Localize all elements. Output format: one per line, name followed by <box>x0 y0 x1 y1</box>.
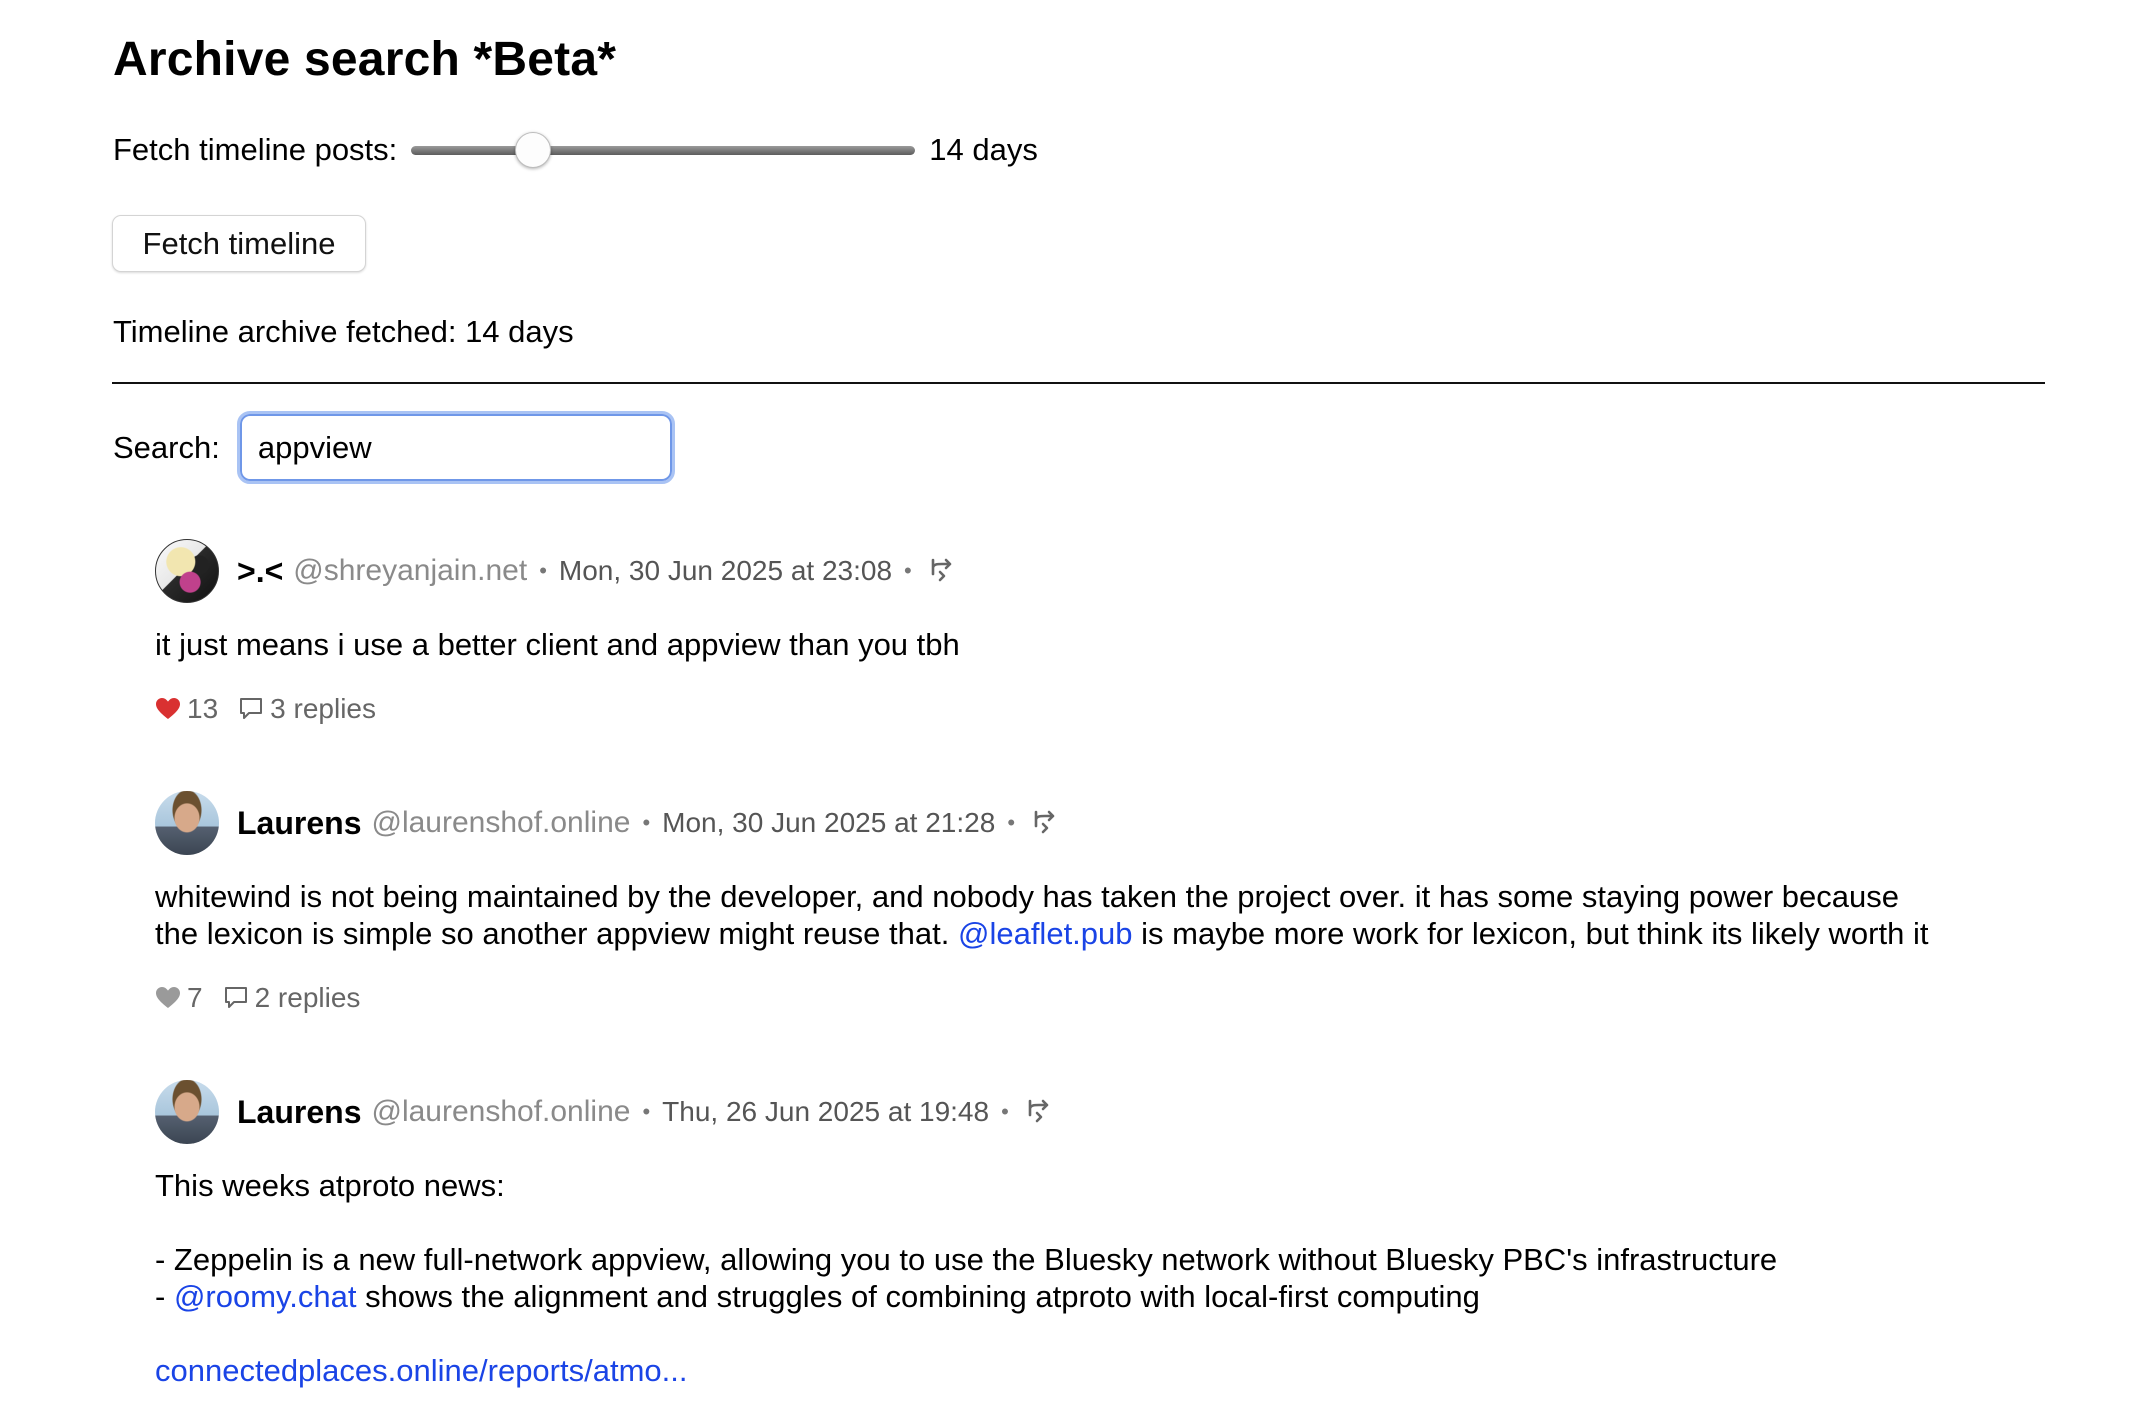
post-stats: 7 2 replies <box>155 982 2055 1014</box>
post-timestamp[interactable]: Thu, 26 Jun 2025 at 19:48 <box>662 1096 989 1128</box>
post-body-blank-line: ​ <box>155 1204 2055 1241</box>
post-timestamp[interactable]: Mon, 30 Jun 2025 at 23:08 <box>559 555 892 587</box>
reply-count-value: 3 replies <box>270 693 376 724</box>
separator-dot: • <box>904 558 912 583</box>
post-item: Laurens @laurenshof.online • Mon, 30 Jun… <box>155 790 2055 1014</box>
reply-count[interactable]: 2 replies <box>223 982 361 1014</box>
post-body-text: - <box>155 1279 174 1314</box>
like-count[interactable]: 13 <box>155 693 218 725</box>
post-body: it just means i use a better client and … <box>155 627 960 662</box>
fetch-range-row: Fetch timeline posts: 14 days <box>113 128 1038 172</box>
fetch-timeline-button[interactable]: Fetch timeline <box>112 215 366 272</box>
separator-dot: • <box>642 1099 651 1124</box>
post-body-blank-line: ​ <box>155 1315 2055 1352</box>
author-display-name[interactable]: Laurens <box>237 1094 361 1131</box>
separator-dot: • <box>1007 810 1016 835</box>
avatar[interactable] <box>155 1080 219 1144</box>
post-item: >.< @shreyanjain.net • Mon, 30 Jun 2025 … <box>155 538 2055 725</box>
reply-count[interactable]: 3 replies <box>238 693 376 725</box>
post-header: >.< @shreyanjain.net • Mon, 30 Jun 2025 … <box>155 538 2055 604</box>
author-handle[interactable]: @laurenshof.online <box>371 1095 630 1129</box>
separator-dot: • <box>642 810 651 835</box>
avatar[interactable] <box>155 791 219 855</box>
author-display-name[interactable]: Laurens <box>237 805 361 842</box>
search-label: Search: <box>113 429 220 465</box>
like-count[interactable]: 7 <box>155 982 203 1014</box>
post-item: Laurens @laurenshof.online • Thu, 26 Jun… <box>155 1079 2055 1389</box>
author-handle[interactable]: @laurenshof.online <box>371 806 630 840</box>
like-count-value: 13 <box>187 693 219 724</box>
author-handle[interactable]: @shreyanjain.net <box>293 554 527 588</box>
slider-track[interactable] <box>411 146 916 155</box>
fetch-range-label: Fetch timeline posts: <box>113 132 398 167</box>
post-body-line: the lexicon is simple so another appview… <box>155 915 2055 952</box>
post-header: Laurens @laurenshof.online • Thu, 26 Jun… <box>155 1079 2055 1145</box>
post-body-text: the lexicon is simple so another appview… <box>155 916 958 951</box>
reply-icon[interactable] <box>1023 1097 1053 1127</box>
avatar[interactable] <box>155 539 219 603</box>
author-display-name[interactable]: >.< <box>237 553 283 590</box>
post-body: This weeks atproto news:​- Zeppelin is a… <box>155 1167 2055 1389</box>
comment-icon <box>224 987 247 1008</box>
post-body-text: is maybe more work for lexicon, but thin… <box>1132 916 1929 951</box>
post-body-line: - @roomy.chat shows the alignment and st… <box>155 1278 2055 1315</box>
search-input[interactable] <box>236 411 675 484</box>
like-count-value: 7 <box>187 982 203 1013</box>
post-body-line: This weeks atproto news: <box>155 1168 505 1203</box>
post-header: Laurens @laurenshof.online • Mon, 30 Jun… <box>155 790 2055 856</box>
archive-search-page: Archive search *Beta* Fetch timeline pos… <box>0 0 2154 1412</box>
page-title: Archive search *Beta* <box>113 33 617 86</box>
reply-icon[interactable] <box>1029 808 1059 838</box>
search-row: Search: <box>113 411 675 484</box>
comment-icon <box>240 698 263 719</box>
archive-status-text: Timeline archive fetched: 14 days <box>113 314 574 349</box>
post-body: whitewind is not being maintained by the… <box>155 878 2055 952</box>
post-body-line: whitewind is not being maintained by the… <box>155 879 1899 914</box>
mention-link[interactable]: @roomy.chat <box>174 1279 357 1314</box>
heart-icon <box>156 698 180 719</box>
reply-count-value: 2 replies <box>254 982 361 1013</box>
separator-dot: • <box>1001 1099 1009 1124</box>
reply-icon[interactable] <box>926 556 956 586</box>
post-body-text: shows the alignment and struggles of com… <box>356 1279 1480 1314</box>
heart-icon <box>156 987 180 1008</box>
mention-link[interactable]: @leaflet.pub <box>958 916 1133 951</box>
section-divider <box>112 382 2045 384</box>
fetch-days-value: 14 days <box>929 132 1038 167</box>
post-body-line: - Zeppelin is a new full-network appview… <box>155 1242 1778 1277</box>
fetch-days-slider[interactable] <box>411 132 916 168</box>
separator-dot: • <box>539 558 547 583</box>
external-link[interactable]: connectedplaces.online/reports/atmo... <box>155 1352 2055 1389</box>
post-timestamp[interactable]: Mon, 30 Jun 2025 at 21:28 <box>662 807 995 839</box>
post-stats: 13 3 replies <box>155 693 2055 725</box>
slider-thumb[interactable] <box>515 132 552 168</box>
